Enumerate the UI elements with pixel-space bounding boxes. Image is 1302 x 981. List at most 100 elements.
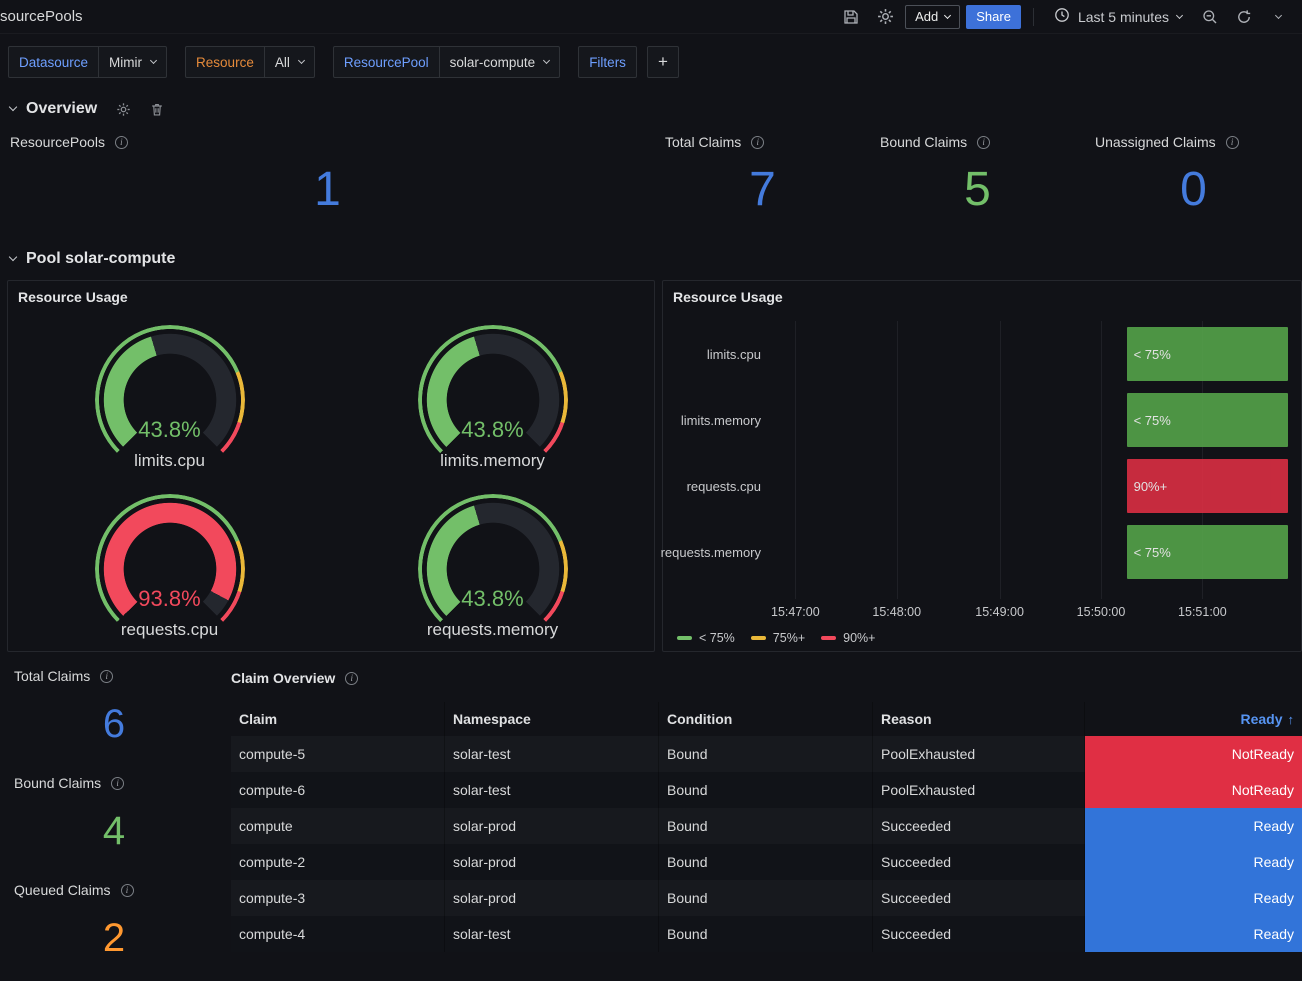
legend-label: 90%+: [843, 631, 875, 645]
time-range-picker[interactable]: Last 5 minutes: [1046, 4, 1190, 30]
timeline-row-label: limits.cpu: [663, 321, 781, 387]
section-title: Overview: [26, 100, 97, 118]
timeline-row: < 75%: [781, 321, 1293, 387]
column-header-label: Ready: [1240, 711, 1282, 727]
column-header-condition[interactable]: Condition: [659, 702, 873, 736]
state-block: < 75%: [1127, 327, 1288, 381]
variable-value-resource[interactable]: All: [264, 46, 315, 78]
legend-item[interactable]: < 75%: [677, 631, 735, 645]
info-icon[interactable]: [111, 777, 124, 790]
section-header-overview[interactable]: Overview: [0, 94, 1302, 124]
column-header-namespace[interactable]: Namespace: [445, 702, 659, 736]
stat-panel-pool-bound-claims: Bound Claims 4: [0, 764, 224, 871]
info-icon[interactable]: [345, 672, 358, 685]
legend-swatch: [677, 636, 692, 640]
column-header-ready[interactable]: Ready ↑: [1085, 702, 1302, 736]
cell-ready: Ready: [1085, 880, 1302, 916]
info-icon[interactable]: [977, 136, 990, 149]
stat-value: 4: [14, 791, 214, 871]
cell-ready: Ready: [1085, 916, 1302, 952]
info-icon[interactable]: [121, 884, 134, 897]
variable-datasource: Datasource Mimir: [8, 46, 167, 78]
cell-ready: Ready: [1085, 808, 1302, 844]
gauge-requests-cpu: 93.8% requests.cpu: [8, 482, 331, 651]
variable-value-datasource[interactable]: Mimir: [98, 46, 167, 78]
panel-title[interactable]: Resource Usage: [673, 289, 783, 305]
row-delete-button[interactable]: [147, 96, 167, 122]
cell-reason: Succeeded: [873, 916, 1085, 952]
add-panel-button[interactable]: Add: [905, 5, 960, 29]
panel-title[interactable]: Queued Claims: [14, 882, 111, 898]
stat-panel-pool-total-claims: Total Claims 6: [0, 657, 224, 764]
table-row: compute-2 solar-prod Bound Succeeded Rea…: [231, 844, 1302, 880]
save-dashboard-button[interactable]: [837, 4, 865, 30]
x-axis-tick: 15:50:00: [1077, 605, 1126, 619]
add-button-label: Add: [915, 9, 938, 24]
gear-icon: [877, 8, 894, 25]
resource-usage-gauge-panel: Resource Usage 43.8% limits.cpu 43.8%: [7, 280, 655, 652]
state-block: 90%+: [1127, 459, 1288, 513]
chevron-down-icon: [1274, 11, 1281, 18]
dashboard-settings-button[interactable]: [871, 4, 899, 30]
timeline-row-label: limits.memory: [663, 387, 781, 453]
legend-item[interactable]: 75%+: [751, 631, 805, 645]
timeline-x-axis: 15:47:00 15:48:00 15:49:00 15:50:00 15:5…: [781, 601, 1293, 625]
refresh-button[interactable]: [1230, 4, 1258, 30]
dashboard-title[interactable]: sourcePools: [0, 8, 83, 25]
zoom-out-icon: [1202, 9, 1218, 25]
topbar-actions: Add Share Last 5 minutes: [837, 4, 1292, 30]
info-icon[interactable]: [100, 670, 113, 683]
legend-item[interactable]: 90%+: [821, 631, 875, 645]
info-icon[interactable]: [1226, 136, 1239, 149]
cell-reason: Succeeded: [873, 880, 1085, 916]
resource-usage-timeline-panel: Resource Usage limits.cpu limits.memory …: [662, 280, 1302, 652]
row-settings-button[interactable]: [113, 96, 133, 122]
timeline-row-label: requests.memory: [663, 519, 781, 585]
cell-condition: Bound: [659, 808, 873, 844]
legend-label: 75%+: [773, 631, 805, 645]
timeline-legend: < 75% 75%+ 90%+: [663, 625, 1301, 651]
variable-filters: Filters +: [578, 46, 679, 78]
top-navigation-bar: sourcePools Add Share Last 5 minutes: [0, 0, 1302, 34]
variable-label-filters: Filters: [578, 46, 637, 78]
info-icon[interactable]: [115, 136, 128, 149]
cell-claim: compute-4: [231, 916, 445, 952]
panel-title[interactable]: ResourcePools: [10, 134, 105, 150]
panel-title[interactable]: Bound Claims: [14, 775, 101, 791]
info-icon[interactable]: [751, 136, 764, 149]
cell-namespace: solar-prod: [445, 808, 659, 844]
cell-claim: compute-6: [231, 772, 445, 808]
chevron-down-icon: [1176, 11, 1183, 18]
pool-panels-row: Resource Usage 43.8% limits.cpu 43.8%: [0, 280, 1302, 652]
table-row: compute-6 solar-test Bound PoolExhausted…: [231, 772, 1302, 808]
table-row: compute solar-prod Bound Succeeded Ready: [231, 808, 1302, 844]
column-header-claim[interactable]: Claim: [231, 702, 445, 736]
panel-title[interactable]: Total Claims: [14, 668, 90, 684]
gauge-value: 93.8%: [95, 586, 245, 612]
legend-label: < 75%: [699, 631, 735, 645]
zoom-out-time-button[interactable]: [1196, 4, 1224, 30]
stat-value: 0: [1095, 150, 1292, 230]
variable-resource: Resource All: [185, 46, 315, 78]
panel-title[interactable]: Total Claims: [665, 134, 741, 150]
add-filter-button[interactable]: +: [647, 46, 679, 78]
state-block: < 75%: [1127, 525, 1288, 579]
refresh-interval-dropdown[interactable]: [1264, 4, 1292, 30]
cell-reason: Succeeded: [873, 808, 1085, 844]
column-header-reason[interactable]: Reason: [873, 702, 1085, 736]
timeline-row-label: requests.cpu: [663, 453, 781, 519]
cell-condition: Bound: [659, 844, 873, 880]
panel-title[interactable]: Claim Overview: [231, 670, 335, 686]
variable-resourcepool: ResourcePool solar-compute: [333, 46, 560, 78]
cell-namespace: solar-test: [445, 772, 659, 808]
panel-title[interactable]: Unassigned Claims: [1095, 134, 1216, 150]
share-button[interactable]: Share: [966, 5, 1021, 29]
chevron-down-icon: [543, 57, 550, 64]
variable-value-resourcepool[interactable]: solar-compute: [439, 46, 561, 78]
cell-claim: compute: [231, 808, 445, 844]
panel-title[interactable]: Resource Usage: [18, 289, 128, 305]
gauge-limits-cpu: 43.8% limits.cpu: [8, 313, 331, 482]
panel-title[interactable]: Bound Claims: [880, 134, 967, 150]
section-header-pool[interactable]: Pool solar-compute: [0, 244, 1302, 274]
stat-panel-resourcepools: ResourcePools 1: [0, 126, 655, 238]
